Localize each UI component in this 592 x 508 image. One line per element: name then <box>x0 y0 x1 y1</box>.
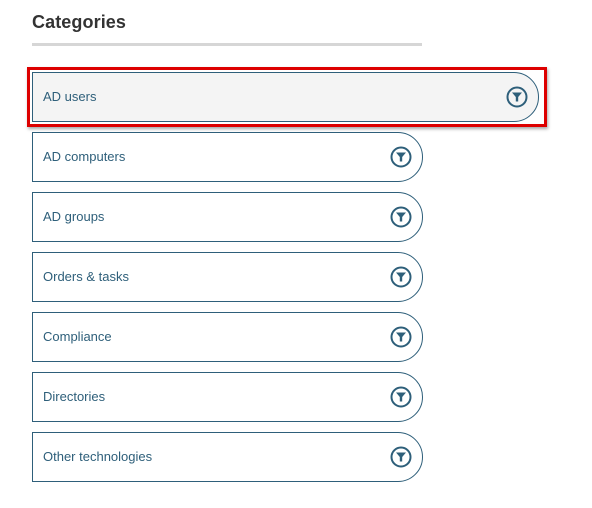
filter-icon[interactable] <box>390 206 412 228</box>
category-label: AD users <box>43 89 97 104</box>
category-orders-tasks[interactable]: Orders & tasks <box>32 252 423 302</box>
category-label: Other technologies <box>43 449 153 464</box>
category-list: AD users AD computers AD groups Orders &… <box>27 67 547 492</box>
category-label: AD computers <box>43 149 126 164</box>
filter-icon[interactable] <box>390 386 412 408</box>
filter-icon[interactable] <box>390 146 412 168</box>
title-underline <box>32 43 422 46</box>
category-label: Compliance <box>43 329 112 344</box>
filter-icon[interactable] <box>506 86 528 108</box>
categories-title: Categories <box>32 12 127 32</box>
category-ad-groups[interactable]: AD groups <box>32 192 423 242</box>
category-compliance[interactable]: Compliance <box>32 312 423 362</box>
filter-icon[interactable] <box>390 326 412 348</box>
category-ad-users[interactable]: AD users <box>27 67 547 127</box>
category-label: Orders & tasks <box>43 269 129 284</box>
filter-icon[interactable] <box>390 266 412 288</box>
category-other-technologies[interactable]: Other technologies <box>32 432 423 482</box>
category-ad-computers[interactable]: AD computers <box>32 132 423 182</box>
category-label: Directories <box>43 389 106 404</box>
category-directories[interactable]: Directories <box>32 372 423 422</box>
category-label: AD groups <box>43 209 105 224</box>
filter-icon[interactable] <box>390 446 412 468</box>
